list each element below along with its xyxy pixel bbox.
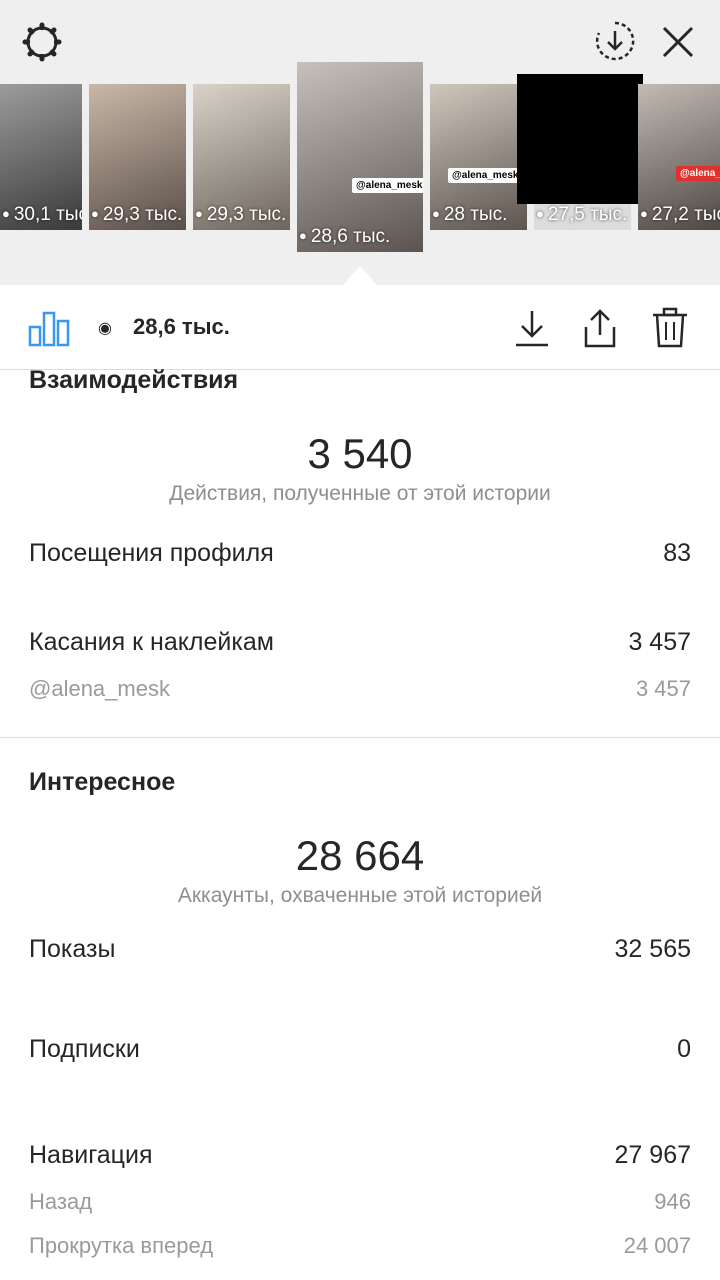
story-views: 27,5 тыс. — [547, 204, 628, 225]
story-views: 29,3 тыс. — [102, 204, 183, 225]
interactions-subtitle: Действия, полученные от этой истории — [169, 482, 551, 505]
mention-sticker: @alena_mesk — [676, 166, 720, 181]
trash-icon[interactable] — [650, 307, 690, 349]
story-views: 29,3 тыс. — [206, 204, 287, 225]
story-views: 30,1 тыс. — [13, 204, 82, 225]
navigation-value: 27 967 — [614, 1141, 691, 1169]
share-icon[interactable] — [580, 307, 620, 349]
discovery-title: Интересное — [29, 768, 176, 796]
follows-label: Подписки — [29, 1035, 140, 1063]
forward-value: 24 007 — [623, 1233, 691, 1258]
discovery-total: 28 664 — [295, 832, 425, 879]
eye-icon: ● — [2, 206, 10, 221]
story-thumbnail-selected[interactable]: @alena_mesk ● 28,6 тыс. — [297, 62, 423, 252]
story-thumbnail[interactable]: @alena_mesk ● 28 тыс. — [430, 84, 527, 230]
mention-label: @alena_mesk — [29, 676, 170, 701]
close-icon[interactable] — [658, 22, 698, 62]
mention-sticker: @alena_mesk — [448, 168, 523, 183]
story-image — [297, 62, 423, 252]
interactions-total: 3 540 — [307, 430, 413, 477]
interactions-title: Взаимодействия — [29, 366, 239, 394]
discovery-subtitle: Аккаунты, охваченные этой историей — [177, 884, 543, 907]
sticker-taps-value: 3 457 — [628, 628, 691, 656]
story-thumbnail[interactable]: ● 29,3 тыс. — [193, 84, 290, 230]
story-thumbnail[interactable]: ● 29,3 тыс. — [89, 84, 186, 230]
story-view-count: ●27,2 тыс. — [640, 204, 720, 226]
gear-icon[interactable] — [22, 22, 62, 62]
mention-value: 3 457 — [635, 676, 691, 701]
eye-icon: ● — [91, 206, 99, 221]
navigation-label: Навигация — [29, 1141, 153, 1169]
story-view-count: ● 28,6 тыс. — [299, 226, 390, 248]
insights-toolbar: ◉ 28,6 тыс. — [0, 285, 720, 370]
story-view-count: ● 29,3 тыс. — [195, 204, 286, 226]
story-thumbnail[interactable]: @alena_mesk ●27,2 тыс. — [638, 84, 720, 230]
story-view-count: ● 27,5 тыс. — [536, 204, 627, 226]
story-views: 27,2 тыс. — [651, 204, 720, 225]
eye-icon: ● — [432, 206, 440, 221]
bar-chart-icon[interactable] — [28, 307, 70, 347]
forward-label: Прокрутка вперед — [29, 1233, 214, 1258]
redacted-block — [517, 74, 643, 204]
story-views: 28 тыс. — [443, 204, 508, 225]
story-view-count: ●30,1 тыс. — [2, 204, 82, 226]
impressions-label: Показы — [29, 935, 116, 963]
download-circle-icon[interactable] — [594, 20, 636, 62]
eye-icon: ◉ — [98, 320, 112, 337]
back-value: 946 — [654, 1189, 691, 1214]
eye-icon: ● — [299, 228, 307, 243]
eye-icon: ● — [640, 206, 648, 221]
story-views: 28,6 тыс. — [310, 226, 391, 247]
toolbar-view-count: 28,6 тыс. — [133, 314, 230, 339]
profile-visits-label: Посещения профиля — [29, 539, 274, 567]
eye-icon: ● — [536, 206, 544, 221]
mention-sticker: @alena_mesk — [352, 178, 423, 193]
follows-value: 0 — [677, 1035, 691, 1063]
eye-icon: ● — [195, 206, 203, 221]
story-view-count: ● 28 тыс. — [432, 204, 507, 226]
profile-visits-value: 83 — [663, 539, 691, 567]
section-divider — [0, 737, 720, 738]
impressions-value: 32 565 — [614, 935, 691, 963]
selected-story-pointer — [342, 266, 378, 286]
story-thumbnail[interactable]: ●30,1 тыс. — [0, 84, 82, 230]
sticker-taps-label: Касания к наклейкам — [29, 628, 274, 656]
story-view-count: ● 29,3 тыс. — [91, 204, 182, 226]
download-icon[interactable] — [512, 307, 552, 349]
back-label: Назад — [29, 1189, 93, 1214]
story-strip-area: ●30,1 тыс. ●29,3 тыс. ●29,3 тыс. @alena_… — [0, 0, 720, 286]
